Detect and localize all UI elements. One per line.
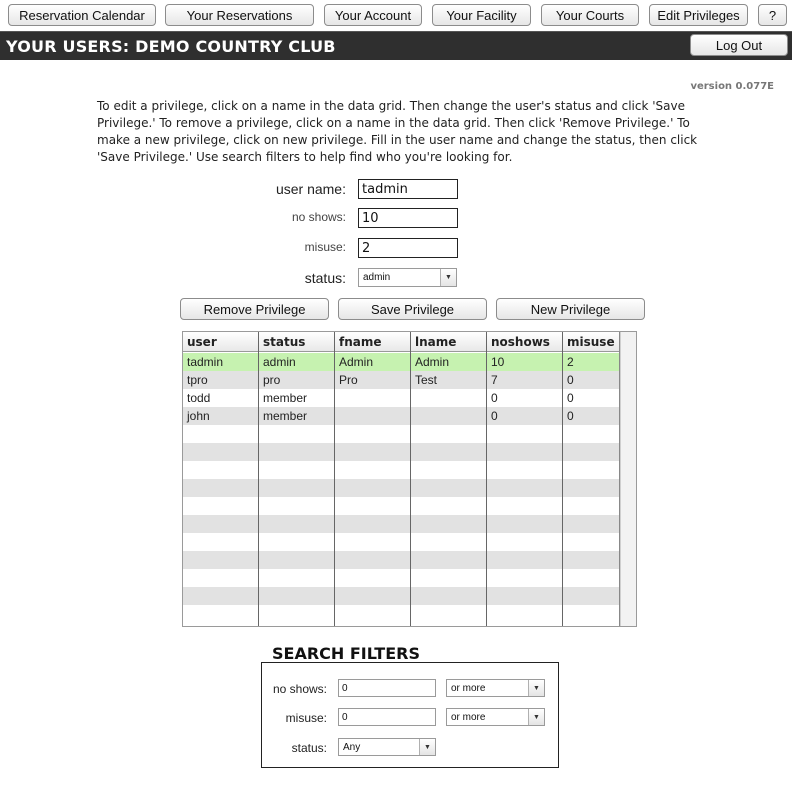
table-cell-fname	[335, 407, 339, 425]
table-row-empty	[183, 479, 620, 497]
user-name-label: user name:	[275, 181, 346, 197]
no-shows-label: no shows:	[291, 210, 346, 224]
table-cell-lname: Admin	[415, 355, 450, 369]
col-header-fname[interactable]: fname	[335, 332, 382, 352]
table-cell-noshows: 0	[491, 391, 498, 405]
grid-divider	[258, 332, 259, 626]
page-title: YOUR USERS: DEMO COUNTRY CLUB	[6, 37, 336, 56]
table-cell-lname: Test	[415, 373, 438, 387]
filter-no-shows-operator-select[interactable]: or more ▼	[446, 679, 545, 697]
status-select[interactable]: admin ▼	[358, 268, 457, 287]
grid-divider	[486, 332, 487, 626]
filter-no-shows-input[interactable]	[338, 679, 436, 697]
filter-misuse-operator-value: or more	[451, 711, 486, 723]
table-cell-status: member	[263, 391, 308, 405]
table-cell-noshows: 10	[491, 355, 505, 369]
table-row-empty	[183, 569, 620, 587]
filter-misuse-input[interactable]	[338, 708, 436, 726]
chevron-down-icon: ▼	[440, 269, 456, 286]
nav-edit-privileges-button[interactable]: Edit Privileges	[649, 4, 748, 26]
table-cell-status: pro	[263, 373, 281, 387]
nav-your-account-button[interactable]: Your Account	[324, 4, 422, 26]
table-cell-fname	[335, 389, 339, 407]
new-privilege-button[interactable]: New Privilege	[496, 298, 645, 320]
misuse-label: misuse:	[304, 240, 346, 254]
table-row[interactable]: tadmin admin Admin Admin 10 2	[183, 353, 620, 371]
chevron-down-icon: ▼	[419, 739, 435, 755]
table-cell-misuse: 0	[567, 373, 574, 387]
grid-scrollbar[interactable]	[620, 332, 636, 626]
table-cell-status: member	[263, 409, 308, 423]
chevron-down-icon: ▼	[528, 709, 544, 725]
col-header-misuse[interactable]: misuse	[563, 332, 615, 352]
grid-divider	[410, 332, 411, 626]
grid-divider	[562, 332, 563, 626]
table-cell-lname	[411, 389, 415, 407]
col-header-user[interactable]: user	[183, 332, 217, 352]
table-row[interactable]: john member 0 0	[183, 407, 620, 425]
col-header-lname[interactable]: lname	[411, 332, 456, 352]
table-cell-misuse: 2	[567, 355, 574, 369]
nav-your-reservations-button[interactable]: Your Reservations	[165, 4, 314, 26]
table-row[interactable]: todd member 0 0	[183, 389, 620, 407]
version-label: version 0.077E	[690, 81, 774, 92]
user-name-input[interactable]	[358, 179, 458, 199]
table-row-empty	[183, 551, 620, 569]
remove-privilege-button[interactable]: Remove Privilege	[180, 298, 329, 320]
table-cell-lname	[411, 407, 415, 425]
nav-reservation-calendar-button[interactable]: Reservation Calendar	[8, 4, 156, 26]
table-cell-user: todd	[187, 391, 211, 405]
privileges-data-grid[interactable]: user status fname lname noshows misuse t…	[182, 331, 637, 627]
table-cell-misuse: 0	[567, 391, 574, 405]
misuse-input[interactable]	[358, 238, 458, 258]
filter-no-shows-label: no shows:	[272, 682, 327, 696]
instructions-text: To edit a privilege, click on a name in …	[97, 99, 698, 164]
filter-no-shows-operator-value: or more	[451, 682, 486, 694]
table-row-empty	[183, 515, 620, 533]
filter-misuse-operator-select[interactable]: or more ▼	[446, 708, 545, 726]
filter-status-label: status:	[291, 741, 327, 755]
table-row-empty	[183, 497, 620, 515]
grid-body: tadmin admin Admin Admin 10 2 tpro pro Pro Test 7 0…	[183, 353, 620, 623]
grid-header: user status fname lname noshows misuse	[183, 332, 620, 352]
grid-divider	[334, 332, 335, 626]
table-row-empty	[183, 443, 620, 461]
help-button[interactable]: ?	[758, 4, 787, 26]
filter-misuse-label: misuse:	[285, 711, 327, 725]
search-filters-panel: no shows: or more ▼ misuse: or more ▼ st…	[261, 662, 559, 768]
table-row-empty	[183, 587, 620, 605]
col-header-status[interactable]: status	[259, 332, 305, 352]
table-row[interactable]: tpro pro Pro Test 7 0	[183, 371, 620, 389]
chevron-down-icon: ▼	[528, 680, 544, 696]
search-filters-title: SEARCH FILTERS	[272, 644, 420, 663]
logout-button[interactable]: Log Out	[690, 34, 788, 56]
save-privilege-button[interactable]: Save Privilege	[338, 298, 487, 320]
header-bar: YOUR USERS: DEMO COUNTRY CLUB	[0, 31, 792, 60]
filter-status-value: Any	[343, 741, 361, 753]
table-cell-user: john	[187, 409, 210, 423]
table-cell-fname: Admin	[339, 355, 374, 369]
table-cell-misuse: 0	[567, 409, 574, 423]
table-cell-noshows: 7	[491, 373, 498, 387]
table-cell-user: tadmin	[187, 355, 224, 369]
table-cell-status: admin	[263, 355, 296, 369]
table-row-empty	[183, 461, 620, 479]
table-cell-noshows: 0	[491, 409, 498, 423]
status-select-value: admin	[363, 272, 391, 283]
status-label: status:	[304, 270, 346, 286]
nav-your-courts-button[interactable]: Your Courts	[541, 4, 639, 26]
filter-status-select[interactable]: Any ▼	[338, 738, 436, 756]
table-cell-fname: Pro	[339, 373, 358, 387]
table-row-empty	[183, 425, 620, 443]
table-row-empty	[183, 533, 620, 551]
col-header-noshows[interactable]: noshows	[487, 332, 550, 352]
table-row-empty	[183, 605, 620, 623]
no-shows-input[interactable]	[358, 208, 458, 228]
table-cell-user: tpro	[187, 373, 208, 387]
nav-your-facility-button[interactable]: Your Facility	[432, 4, 531, 26]
